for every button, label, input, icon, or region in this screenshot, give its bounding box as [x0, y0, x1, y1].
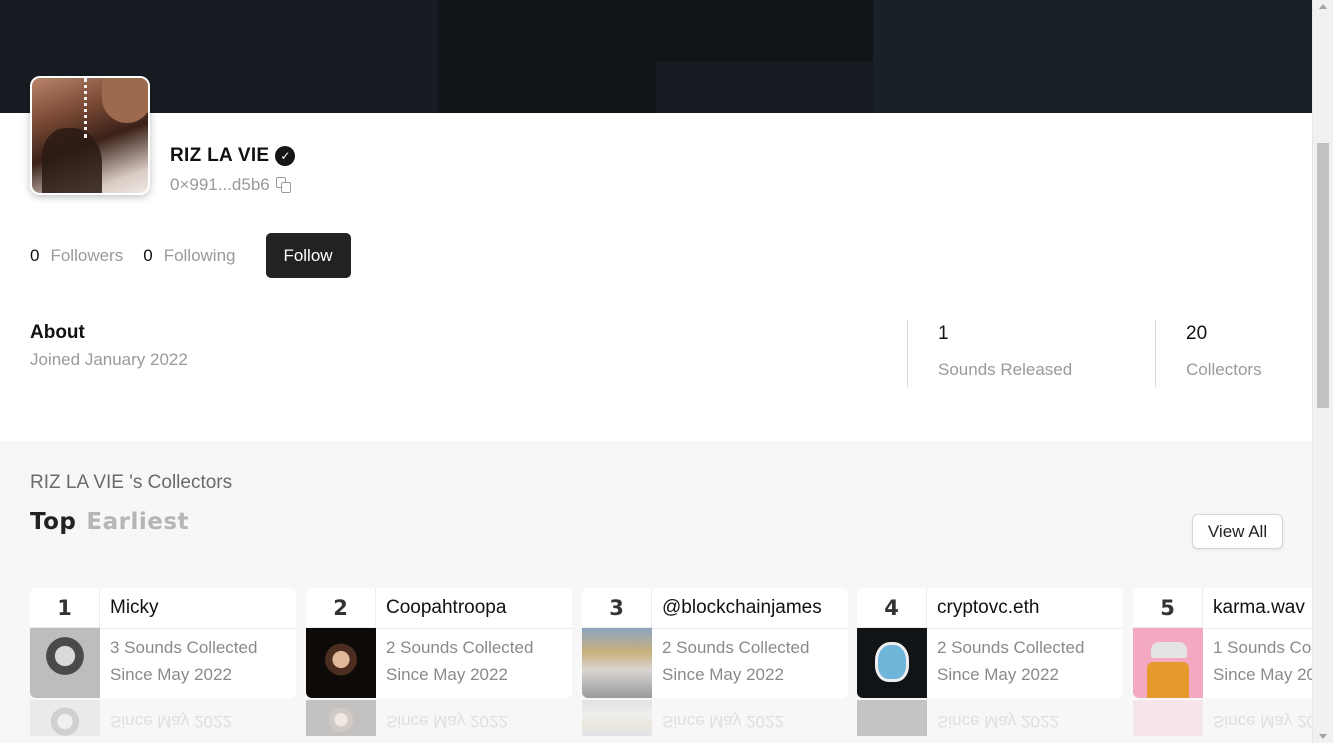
card-reflection: Since May 2022 [582, 700, 848, 736]
collector-rank: 1 [30, 588, 100, 628]
reflection-avatar [30, 700, 100, 736]
collector-since: Since May 2022 [1213, 665, 1312, 684]
collectors-tabs: Top Earliest [30, 509, 189, 535]
scroll-up-arrow-icon[interactable] [1319, 4, 1327, 9]
wallet-address-row: 0×991...d5b6 [170, 175, 292, 195]
card-reflection: Since May 2022 [30, 700, 296, 736]
profile-avatar [30, 76, 150, 195]
follow-stats: 0 Followers 0 Following Follow [30, 233, 351, 278]
collector-name[interactable]: karma.wav [1213, 588, 1305, 628]
collector-name[interactable]: Micky [110, 588, 159, 628]
sounds-collected: 2 Sounds Collected [386, 638, 534, 657]
wallet-address: 0×991...d5b6 [170, 175, 270, 194]
avatar-detail [1151, 642, 1187, 658]
reflection-avatar [1133, 700, 1203, 736]
reflection-text: Since May 2022 [662, 712, 784, 731]
joined-date: Joined January 2022 [30, 350, 188, 369]
collector-avatar[interactable] [306, 628, 376, 698]
avatar-detail [875, 642, 909, 682]
sounds-collected: 2 Sounds Collected [662, 638, 810, 657]
reflection-text: Since May 2022 [1213, 712, 1312, 731]
sounds-collected: 2 Sounds Collected [937, 638, 1085, 657]
collector-name[interactable]: cryptovc.eth [937, 588, 1039, 628]
banner-shape [438, 40, 656, 113]
collector-since: Since May 2022 [937, 665, 1059, 684]
reflection-avatar [857, 700, 927, 736]
collector-since: Since May 2022 [662, 665, 784, 684]
reflection-avatar [306, 700, 376, 736]
followers-count[interactable]: 0 [30, 246, 39, 266]
collector-since: Since May 2022 [110, 665, 232, 684]
reflection-text: Since May 2022 [937, 712, 1059, 731]
collector-card[interactable]: 2 Coopahtroopa 2 Sounds Collected Since … [306, 588, 572, 698]
collector-avatar[interactable] [857, 628, 927, 698]
sounds-collected: 3 Sounds Collected [110, 638, 258, 657]
copy-icon[interactable] [275, 177, 292, 193]
collector-name[interactable]: @blockchainjames [662, 588, 822, 628]
tab-earliest[interactable]: Earliest [86, 509, 189, 535]
about-title: About [30, 322, 85, 343]
profile-banner [0, 0, 1312, 113]
card-divider [652, 628, 848, 629]
stat-divider [907, 320, 908, 387]
reflection-text: Since May 2022 [110, 712, 232, 731]
tab-top[interactable]: Top [30, 509, 76, 535]
follow-button[interactable]: Follow [265, 233, 351, 278]
reflection-avatar [582, 700, 652, 736]
sounds-released-value: 1 [938, 323, 949, 344]
card-divider [927, 628, 1123, 629]
banner-shape [873, 0, 1312, 113]
collectors-heading: RIZ LA VIE 's Collectors [30, 472, 233, 493]
collector-card[interactable]: 4 cryptovc.eth 2 Sounds Collected Since … [857, 588, 1123, 698]
collector-since: Since May 2022 [386, 665, 508, 684]
collector-rank: 3 [582, 588, 652, 628]
collectors-count-value: 20 [1186, 323, 1208, 344]
collector-rank: 4 [857, 588, 927, 628]
collector-card[interactable]: 1 Micky 3 Sounds Collected Since May 202… [30, 588, 296, 698]
following-count[interactable]: 0 [143, 246, 152, 266]
reflection-text: Since May 2022 [386, 712, 508, 731]
avatar-detail [84, 78, 88, 138]
scrollbar-thumb[interactable] [1317, 143, 1329, 408]
collector-rank: 5 [1133, 588, 1203, 628]
card-divider [376, 628, 572, 629]
following-label[interactable]: Following [164, 246, 236, 266]
sounds-collected: 1 Sounds Collected [1213, 638, 1312, 657]
check-circle-icon: ✓ [275, 146, 296, 166]
collector-avatar[interactable] [582, 628, 652, 698]
collector-card[interactable]: 3 @blockchainjames 2 Sounds Collected Si… [582, 588, 848, 698]
card-reflection: Since May 2022 [1133, 700, 1312, 736]
profile-name-row: RIZ LA VIE ✓ [170, 145, 296, 167]
stat-divider [1155, 320, 1156, 387]
followers-label[interactable]: Followers [50, 246, 123, 266]
card-divider [1203, 628, 1312, 629]
card-divider [100, 628, 296, 629]
collectors-section: RIZ LA VIE 's Collectors Top Earliest Vi… [0, 442, 1312, 743]
collector-card[interactable]: 5 karma.wav 1 Sounds Collected Since May… [1133, 588, 1312, 698]
profile-page: RIZ LA VIE ✓ 0×991...d5b6 0 Followers 0 … [0, 0, 1333, 743]
collectors-count-label: Collectors [1186, 360, 1262, 379]
artist-name: RIZ LA VIE [170, 145, 270, 166]
avatar-detail [102, 78, 148, 123]
avatar-detail [1147, 662, 1189, 698]
card-reflection: Since May 2022 [857, 700, 1123, 736]
sounds-released-label: Sounds Released [938, 360, 1073, 379]
collector-rank: 2 [306, 588, 376, 628]
vertical-scrollbar[interactable] [1312, 0, 1333, 743]
collector-cards: 1 Micky 3 Sounds Collected Since May 202… [30, 588, 1312, 743]
collector-avatar[interactable] [30, 628, 100, 698]
scroll-down-arrow-icon[interactable] [1319, 734, 1327, 739]
card-reflection: Since May 2022 [306, 700, 572, 736]
collector-avatar[interactable] [1133, 628, 1203, 698]
view-all-button[interactable]: View All [1192, 514, 1283, 549]
collector-name[interactable]: Coopahtroopa [386, 588, 506, 628]
avatar-detail [42, 128, 102, 193]
